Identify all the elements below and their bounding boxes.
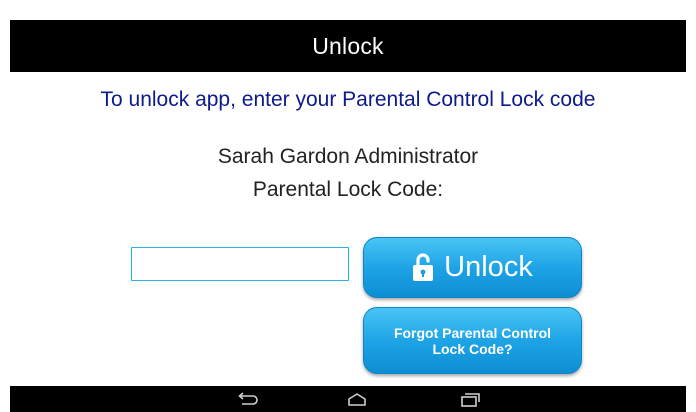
forgot-code-button-label: Forgot Parental Control Lock Code? [393, 324, 552, 357]
system-nav-bar [10, 386, 686, 412]
unlock-button[interactable]: Unlock [363, 237, 582, 298]
back-icon[interactable] [235, 390, 261, 408]
title-bar: Unlock [10, 20, 686, 72]
page-title: Unlock [312, 32, 384, 59]
unlock-button-label: Unlock [444, 251, 533, 283]
forgot-code-button[interactable]: Forgot Parental Control Lock Code? [363, 307, 582, 374]
code-label: Parental Lock Code: [252, 178, 444, 201]
user-name-label: Sarah Gardon Administrator [217, 145, 479, 168]
lock-code-input[interactable] [131, 247, 349, 281]
home-icon[interactable] [344, 390, 370, 408]
unlock-screen: Unlock To unlock app, enter your Parenta… [0, 0, 696, 412]
lock-open-icon [413, 252, 434, 281]
instruction-text: To unlock app, enter your Parental Contr… [100, 88, 596, 111]
recent-apps-icon[interactable] [456, 390, 482, 408]
